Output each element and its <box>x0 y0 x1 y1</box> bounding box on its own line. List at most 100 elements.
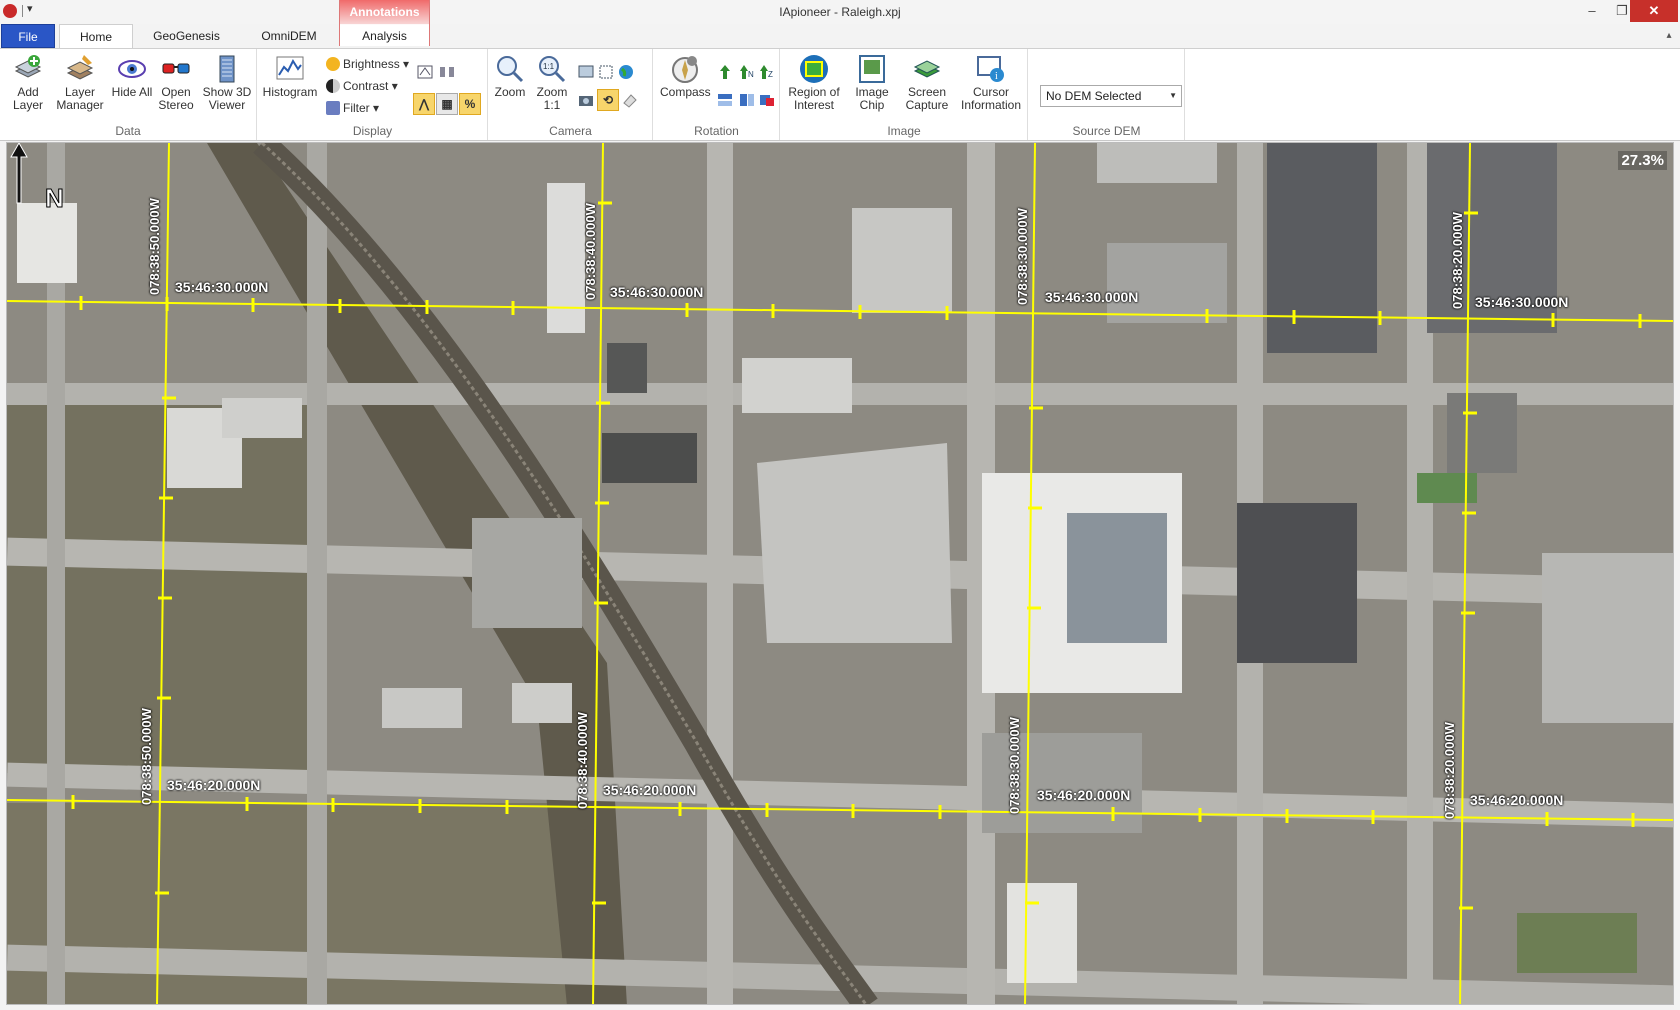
zoom-button[interactable]: Zoom <box>489 53 531 119</box>
sharpen-icon[interactable] <box>416 63 434 81</box>
grid-toggle[interactable]: ▦ <box>436 93 458 115</box>
tab-home[interactable]: Home <box>59 24 133 49</box>
longitude-label: 078:38:50.000W <box>139 708 154 805</box>
group-rotation: Compass N Z Rotation <box>654 49 780 140</box>
north-up-icon[interactable]: N <box>738 63 756 81</box>
group-data: Add Layer Layer Manager Hide All Open St… <box>0 49 257 140</box>
zenith-up-icon[interactable]: Z <box>758 63 776 81</box>
minimize-button[interactable]: – <box>1578 0 1606 22</box>
filter-button[interactable]: Filter ▾ <box>326 99 379 117</box>
north-arrow-icon <box>10 143 28 204</box>
zoom-level-readout: 27.3% <box>1618 151 1667 170</box>
longitude-label: 078:38:20.000W <box>1442 722 1457 819</box>
open-stereo-button[interactable]: Open Stereo <box>150 53 202 119</box>
magnifier-icon <box>497 56 524 83</box>
latitude-label: 35:46:20.000N <box>603 782 697 798</box>
rotate-up-icon[interactable] <box>716 63 734 81</box>
region-of-interest-button[interactable]: Region of Interest <box>783 53 845 119</box>
link-camera-toggle[interactable]: ⟲ <box>597 89 619 111</box>
globe-icon[interactable] <box>617 63 635 81</box>
ribbon-collapse-icon[interactable]: ▴ <box>1660 24 1678 48</box>
tab-geogenesis[interactable]: GeoGenesis <box>140 24 233 48</box>
fit-extent-icon[interactable] <box>597 63 615 81</box>
image-chip-icon <box>859 55 885 83</box>
flip-vertical-icon[interactable] <box>738 91 756 109</box>
title-bar: ▾ IApioneer - Raleigh.xpj – ❐ ✕ <box>0 0 1680 24</box>
source-dem-select[interactable]: No DEM Selected ▼ <box>1040 85 1182 107</box>
cursor-information-icon: i <box>977 56 1004 82</box>
cursor-information-button[interactable]: i Cursor Information <box>957 53 1025 119</box>
longitude-label: 078:38:40.000W <box>583 203 598 300</box>
screen-capture-label: Screen Capture <box>905 85 949 112</box>
region-of-interest-icon <box>800 55 828 83</box>
stereo-glasses-icon <box>162 63 190 74</box>
group-camera: Zoom 1:1 Zoom 1:1 ⟲ Camera <box>489 49 653 140</box>
north-label: N <box>45 183 65 214</box>
group-source-dem-label: Source DEM <box>1072 124 1141 138</box>
image-chip-button[interactable]: Image Chip <box>847 53 897 119</box>
tab-analysis[interactable]: Analysis <box>339 24 430 48</box>
zoom-1-1-icon: 1:1 <box>539 56 566 83</box>
add-layer-icon <box>14 55 42 78</box>
group-image-label: Image <box>887 124 921 138</box>
brightness-button[interactable]: Brightness ▾ <box>326 55 409 73</box>
zoom-1-1-label: Zoom 1:1 <box>536 85 568 112</box>
longitude-label: 078:38:50.000W <box>147 198 162 295</box>
latitude-label: 35:46:20.000N <box>1470 792 1564 808</box>
ribbon-tab-row: File Home GeoGenesis OmniDEM Analysis ▴ <box>0 24 1680 49</box>
show-3d-viewer-label: Show 3D Viewer <box>202 85 252 112</box>
svg-text:Z: Z <box>768 70 773 79</box>
eraser-icon[interactable] <box>621 91 639 109</box>
contrast-icon <box>326 79 340 93</box>
compass-icon <box>672 56 698 83</box>
contrast-button[interactable]: Contrast ▾ <box>326 77 398 95</box>
reset-rotation-icon[interactable] <box>758 91 776 109</box>
layer-manager-icon <box>66 55 94 80</box>
percent-toggle[interactable]: % <box>459 93 481 115</box>
latitude-label: 35:46:30.000N <box>1045 289 1139 305</box>
interpolation-toggle[interactable]: ⋀ <box>413 93 435 115</box>
source-dem-value: No DEM Selected <box>1046 89 1142 103</box>
svg-text:i: i <box>995 71 998 82</box>
group-data-label: Data <box>115 124 141 138</box>
filter-icon <box>326 101 340 115</box>
filter-label: Filter <box>343 101 370 115</box>
longitude-label: 078:38:40.000W <box>575 712 590 809</box>
latitude-label: 35:46:30.000N <box>610 284 704 300</box>
dra-icon[interactable] <box>438 63 456 81</box>
grid-line-lat-1 <box>7 300 1673 322</box>
group-display-label: Display <box>352 124 393 138</box>
screen-capture-button[interactable]: Screen Capture <box>899 53 955 119</box>
group-camera-label: Camera <box>549 124 592 138</box>
region-of-interest-label: Region of Interest <box>788 85 840 112</box>
show-3d-viewer-button[interactable]: Show 3D Viewer <box>199 53 255 119</box>
brightness-icon <box>326 57 340 71</box>
zoom-label: Zoom <box>494 85 526 99</box>
group-display: Histogram Brightness ▾ Contrast ▾ Filter… <box>258 49 488 140</box>
eye-icon <box>118 60 146 78</box>
fit-screen-icon[interactable] <box>577 63 595 81</box>
grid-ticks <box>71 201 1642 910</box>
histogram-label: Histogram <box>262 85 318 99</box>
tab-file[interactable]: File <box>1 24 55 48</box>
zoom-1-1-button[interactable]: 1:1 Zoom 1:1 <box>531 53 573 119</box>
map-viewport[interactable]: 35:46:30.000N 35:46:30.000N 35:46:30.000… <box>6 142 1674 1005</box>
longitude-label: 078:38:30.000W <box>1015 208 1030 305</box>
open-stereo-label: Open Stereo <box>158 85 194 112</box>
flip-horizontal-icon[interactable] <box>716 91 734 109</box>
layer-manager-button[interactable]: Layer Manager <box>54 53 106 119</box>
longitude-label: 078:38:20.000W <box>1450 212 1465 309</box>
group-rotation-label: Rotation <box>694 124 739 138</box>
window-title: IApioneer - Raleigh.xpj <box>779 5 901 19</box>
add-layer-button[interactable]: Add Layer <box>2 53 54 119</box>
close-button[interactable]: ✕ <box>1630 0 1678 22</box>
svg-text:1:1: 1:1 <box>543 62 555 71</box>
contextual-tab-group-title: Annotations <box>349 5 420 19</box>
camera-icon[interactable] <box>577 91 595 109</box>
group-image: Region of Interest Image Chip Screen Cap… <box>781 49 1028 140</box>
compass-button[interactable]: Compass <box>660 53 711 119</box>
ribbon: Add Layer Layer Manager Hide All Open St… <box>0 48 1680 141</box>
histogram-button[interactable]: Histogram <box>261 53 319 119</box>
image-chip-label: Image Chip <box>855 85 889 112</box>
tab-omnidem[interactable]: OmniDEM <box>245 24 333 48</box>
